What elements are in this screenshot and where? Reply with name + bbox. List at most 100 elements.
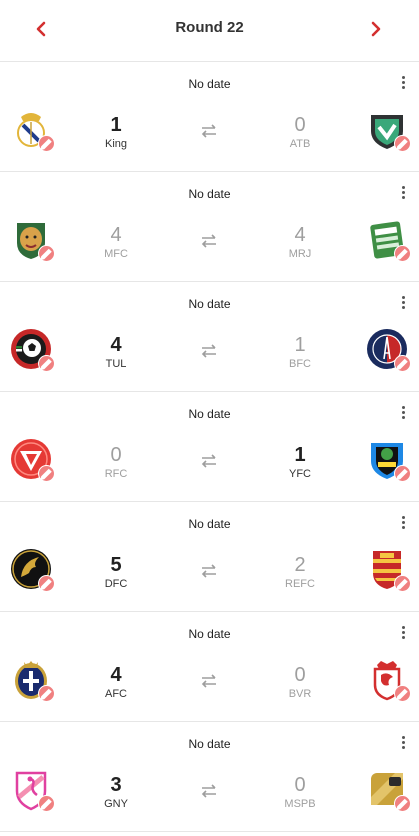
edit-home-logo-button[interactable] <box>38 135 55 152</box>
away-team-logo[interactable] <box>365 547 411 592</box>
away-team-logo[interactable] <box>365 217 411 262</box>
away-team-logo[interactable] <box>365 657 411 702</box>
away-team-abbr: YFC <box>289 468 311 480</box>
match-date: No date <box>188 737 231 751</box>
home-team-abbr: MFC <box>104 248 128 260</box>
home-score: 3 <box>110 774 122 796</box>
pencil-icon <box>396 138 408 150</box>
home-team-logo[interactable] <box>9 107 55 152</box>
home-team-abbr: RFC <box>104 468 128 480</box>
home-team-abbr: DFC <box>104 578 128 590</box>
away-score: 0 <box>294 664 306 686</box>
match-menu-button[interactable] <box>396 184 410 200</box>
match-card: No date 4 AFC 0 BVR <box>0 612 419 722</box>
away-team-logo[interactable] <box>365 107 411 152</box>
away-score: 1 <box>294 444 306 466</box>
home-score: 5 <box>110 554 122 576</box>
home-team-logo[interactable] <box>9 547 55 592</box>
home-team-abbr: GNY <box>104 798 128 810</box>
match-date: No date <box>188 627 231 641</box>
swap-arrows-icon <box>201 124 216 138</box>
pencil-icon <box>40 578 52 590</box>
edit-home-logo-button[interactable] <box>38 795 55 812</box>
edit-away-logo-button[interactable] <box>394 685 411 702</box>
match-menu-button[interactable] <box>396 74 410 90</box>
swap-arrows-icon <box>201 564 216 578</box>
match-menu-button[interactable] <box>396 734 410 750</box>
swap-teams-button[interactable] <box>198 782 220 800</box>
away-score: 1 <box>294 334 306 356</box>
edit-home-logo-button[interactable] <box>38 245 55 262</box>
away-team-logo[interactable] <box>365 767 411 812</box>
chevron-right-icon <box>371 21 381 37</box>
away-score: 0 <box>294 774 306 796</box>
pencil-icon <box>396 688 408 700</box>
match-card: No date 0 RFC 1 YFC <box>0 392 419 502</box>
edit-away-logo-button[interactable] <box>394 135 411 152</box>
pencil-icon <box>40 468 52 480</box>
edit-home-logo-button[interactable] <box>38 575 55 592</box>
away-score: 2 <box>294 554 306 576</box>
home-team-logo[interactable] <box>9 327 55 372</box>
home-team-logo[interactable] <box>9 767 55 812</box>
edit-away-logo-button[interactable] <box>394 355 411 372</box>
match-card: No date 4 MFC 4 MRJ <box>0 172 419 282</box>
swap-arrows-icon <box>201 234 216 248</box>
pencil-icon <box>40 138 52 150</box>
edit-away-logo-button[interactable] <box>394 575 411 592</box>
pencil-icon <box>396 578 408 590</box>
swap-arrows-icon <box>201 454 216 468</box>
swap-arrows-icon <box>201 784 216 798</box>
pencil-icon <box>40 358 52 370</box>
swap-teams-button[interactable] <box>198 562 220 580</box>
match-date: No date <box>188 187 231 201</box>
match-menu-button[interactable] <box>396 624 410 640</box>
swap-teams-button[interactable] <box>198 452 220 470</box>
edit-home-logo-button[interactable] <box>38 685 55 702</box>
away-score: 0 <box>294 114 306 136</box>
match-date: No date <box>188 297 231 311</box>
away-score: 4 <box>294 224 306 246</box>
edit-away-logo-button[interactable] <box>394 465 411 482</box>
away-team-abbr: ATB <box>289 138 311 150</box>
match-menu-button[interactable] <box>396 404 410 420</box>
match-card: No date 1 King 0 ATB <box>0 62 419 172</box>
match-card: No date 3 GNY 0 MSPB <box>0 722 419 832</box>
edit-home-logo-button[interactable] <box>38 465 55 482</box>
pencil-icon <box>396 248 408 260</box>
pencil-icon <box>396 358 408 370</box>
swap-teams-button[interactable] <box>198 232 220 250</box>
home-score: 0 <box>110 444 122 466</box>
away-team-abbr: MSPB <box>284 798 316 810</box>
away-team-abbr: MRJ <box>288 248 312 260</box>
swap-arrows-icon <box>201 344 216 358</box>
edit-home-logo-button[interactable] <box>38 355 55 372</box>
swap-teams-button[interactable] <box>198 672 220 690</box>
next-round-button[interactable] <box>364 17 388 41</box>
home-team-logo[interactable] <box>9 437 55 482</box>
match-date: No date <box>188 407 231 421</box>
pencil-icon <box>40 688 52 700</box>
swap-teams-button[interactable] <box>198 342 220 360</box>
away-team-logo[interactable] <box>365 437 411 482</box>
match-menu-button[interactable] <box>396 514 410 530</box>
away-team-abbr: REFC <box>285 578 315 590</box>
round-title: Round 22 <box>175 19 244 36</box>
away-team-logo[interactable] <box>365 327 411 372</box>
home-team-logo[interactable] <box>9 657 55 702</box>
match-card: No date 5 DFC 2 REFC <box>0 502 419 612</box>
home-team-abbr: AFC <box>105 688 127 700</box>
pencil-icon <box>396 468 408 480</box>
round-header: Round 22 <box>0 0 419 62</box>
home-team-logo[interactable] <box>9 217 55 262</box>
match-menu-button[interactable] <box>396 294 410 310</box>
away-team-abbr: BVR <box>288 688 312 700</box>
home-team-abbr: TUL <box>105 358 127 370</box>
home-score: 4 <box>110 664 122 686</box>
home-score: 4 <box>110 224 122 246</box>
pencil-icon <box>40 248 52 260</box>
edit-away-logo-button[interactable] <box>394 245 411 262</box>
swap-teams-button[interactable] <box>198 122 220 140</box>
pencil-icon <box>396 798 408 810</box>
edit-away-logo-button[interactable] <box>394 795 411 812</box>
